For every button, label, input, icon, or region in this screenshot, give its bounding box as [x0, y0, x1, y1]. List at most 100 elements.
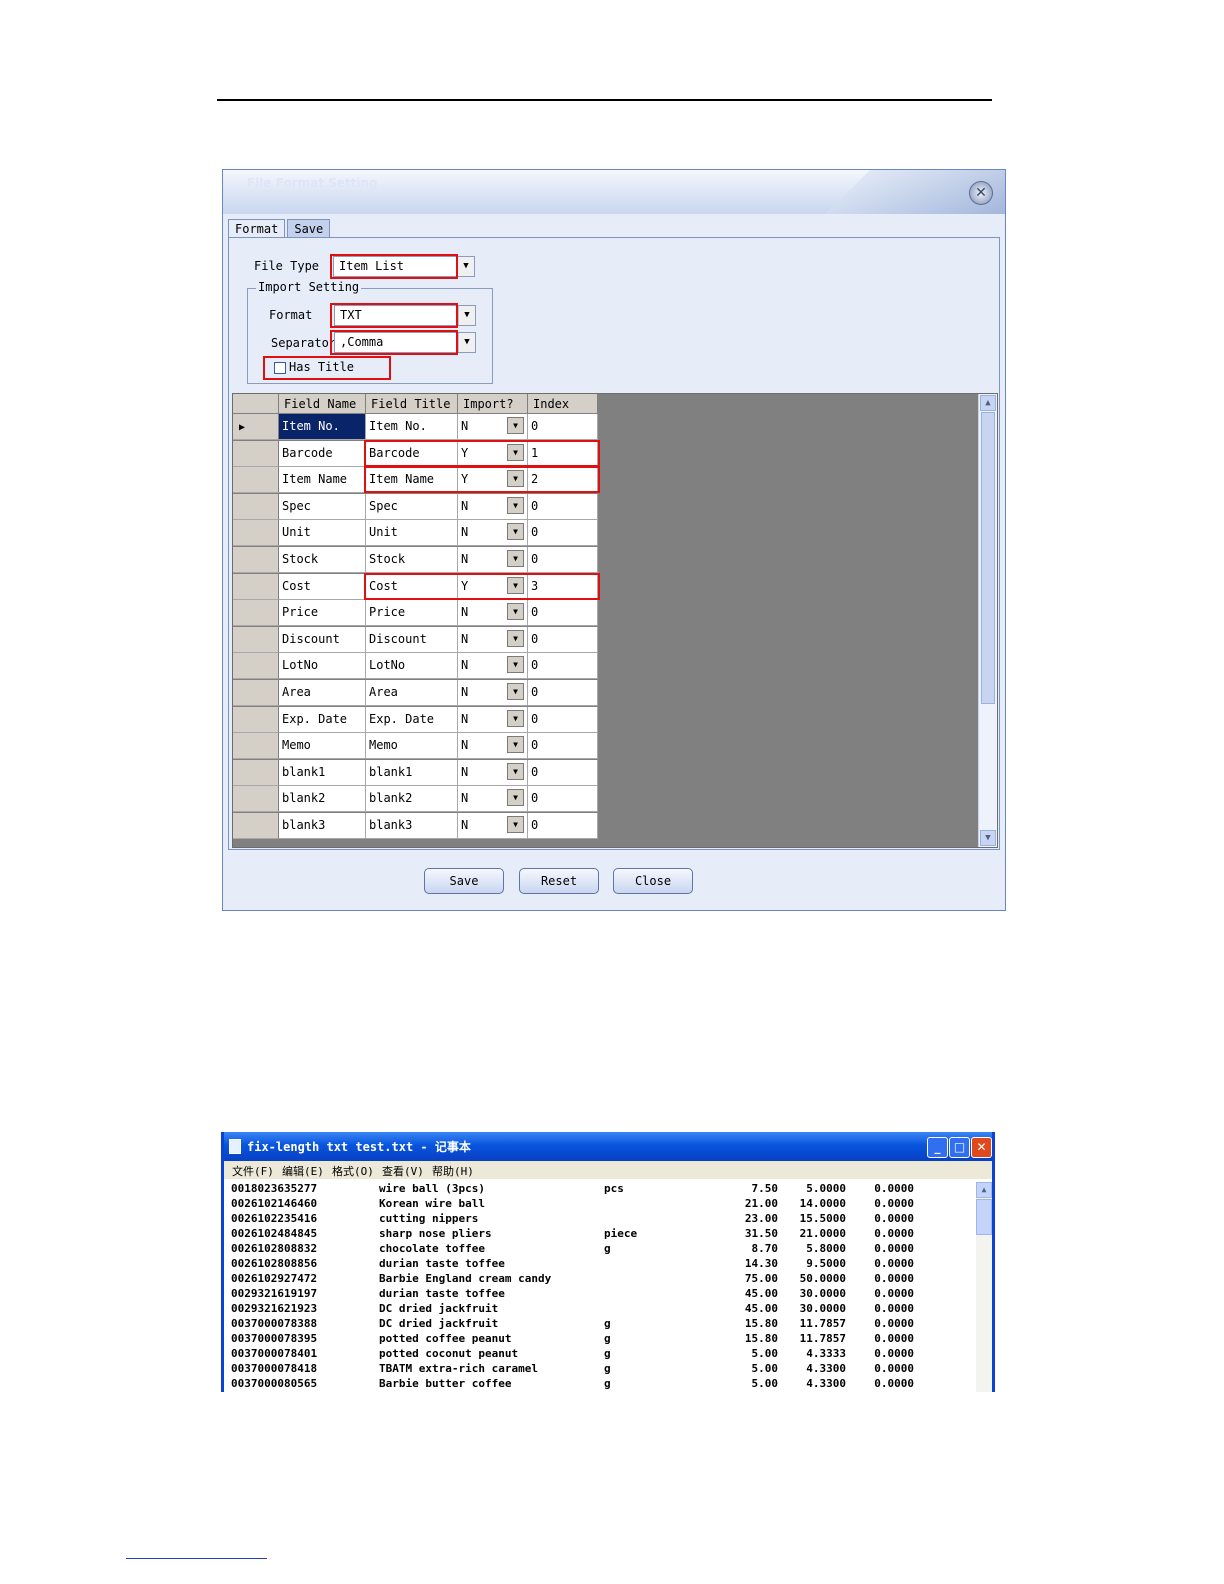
index-cell[interactable]: 0	[528, 653, 598, 680]
field-name-cell[interactable]: LotNo	[279, 653, 366, 680]
field-title-cell[interactable]: LotNo	[366, 653, 458, 680]
chevron-down-icon[interactable]: ▼	[507, 736, 524, 754]
index-cell[interactable]: 1	[528, 440, 598, 467]
field-name-cell[interactable]: Barcode	[279, 440, 366, 467]
menu-file[interactable]: 文件(F)	[232, 1163, 274, 1179]
index-cell[interactable]: 0	[528, 493, 598, 520]
field-title-cell[interactable]: blank3	[366, 813, 458, 839]
tab-format[interactable]: Format	[228, 219, 286, 238]
field-name-cell[interactable]: Cost	[279, 573, 366, 600]
index-cell[interactable]: 0	[528, 680, 598, 706]
close-icon[interactable]: ✕	[971, 1137, 992, 1158]
field-title-cell[interactable]: Price	[366, 600, 458, 627]
col-header-field-name[interactable]: Field Name	[279, 394, 366, 414]
field-name-cell[interactable]: blank3	[279, 813, 366, 839]
chevron-down-icon[interactable]: ▼	[507, 683, 524, 700]
field-title-cell[interactable]: Area	[366, 680, 458, 706]
field-title-cell[interactable]: Item No.	[366, 414, 458, 440]
field-name-cell[interactable]: Spec	[279, 493, 366, 520]
field-title-cell[interactable]: Cost	[366, 573, 458, 600]
field-name-cell[interactable]: Unit	[279, 520, 366, 547]
col-header-import[interactable]: Import?	[458, 394, 528, 414]
field-name-cell[interactable]: Item Name	[279, 467, 366, 494]
notepad-scrollbar[interactable]: ▲	[976, 1182, 992, 1392]
scroll-thumb[interactable]	[976, 1199, 992, 1235]
chevron-down-icon[interactable]: ▼	[507, 470, 524, 488]
index-cell[interactable]: 0	[528, 414, 598, 440]
field-title-cell[interactable]: Unit	[366, 520, 458, 547]
field-name-cell[interactable]: Discount	[279, 626, 366, 653]
field-name-cell[interactable]: Item No.	[279, 414, 366, 440]
chevron-down-icon[interactable]: ▼	[507, 816, 524, 833]
discount-text: 0.0000	[874, 1302, 914, 1315]
index-cell[interactable]: 0	[528, 600, 598, 627]
chevron-down-icon[interactable]: ▼	[458, 306, 475, 325]
col-header-field-title[interactable]: Field Title	[366, 394, 458, 414]
scroll-up-icon[interactable]: ▲	[980, 395, 996, 411]
index-cell[interactable]: 0	[528, 786, 598, 813]
menu-view[interactable]: 查看(V)	[382, 1163, 424, 1179]
menu-format[interactable]: 格式(O)	[332, 1163, 374, 1179]
field-name-cell[interactable]: Area	[279, 680, 366, 706]
index-cell[interactable]: 0	[528, 706, 598, 733]
field-title-cell[interactable]: Discount	[366, 626, 458, 653]
price-text: 8.70	[751, 1242, 779, 1255]
chevron-down-icon[interactable]: ▼	[507, 443, 524, 461]
field-title-cell[interactable]: Spec	[366, 493, 458, 520]
chevron-down-icon[interactable]: ▼	[458, 333, 475, 352]
index-cell[interactable]: 2	[528, 467, 598, 494]
discount-text: 0.0000	[874, 1272, 914, 1285]
reset-button[interactable]: Reset	[519, 868, 599, 894]
has-title-checkbox[interactable]	[274, 362, 286, 374]
file-type-select[interactable]: Item List ▼	[333, 256, 475, 277]
menu-help[interactable]: 帮助(H)	[432, 1163, 474, 1179]
chevron-down-icon[interactable]: ▼	[507, 550, 524, 567]
index-cell[interactable]: 0	[528, 626, 598, 653]
format-select[interactable]: TXT ▼	[334, 305, 476, 326]
close-button[interactable]: Close	[613, 868, 693, 894]
chevron-down-icon[interactable]: ▼	[507, 709, 524, 727]
field-name-cell[interactable]: Memo	[279, 733, 366, 760]
field-title-cell[interactable]: Item Name	[366, 467, 458, 494]
chevron-down-icon[interactable]: ▼	[507, 762, 524, 780]
chevron-down-icon[interactable]: ▼	[507, 656, 524, 674]
field-title-cell[interactable]: Stock	[366, 547, 458, 573]
index-cell[interactable]: 0	[528, 547, 598, 573]
index-cell[interactable]: 0	[528, 813, 598, 839]
chevron-down-icon[interactable]: ▼	[507, 629, 524, 647]
scroll-down-icon[interactable]: ▼	[980, 830, 996, 846]
maximize-icon[interactable]: □	[949, 1137, 970, 1158]
chevron-down-icon[interactable]: ▼	[507, 523, 524, 541]
chevron-down-icon[interactable]: ▼	[507, 496, 524, 514]
close-icon[interactable]: ✕	[969, 181, 993, 205]
field-name-cell[interactable]: blank2	[279, 786, 366, 813]
menu-edit[interactable]: 编辑(E)	[282, 1163, 324, 1179]
item-name-text: Barbie England cream candy	[379, 1272, 552, 1285]
field-name-cell[interactable]: Price	[279, 600, 366, 627]
chevron-down-icon[interactable]: ▼	[507, 576, 524, 594]
save-button[interactable]: Save	[424, 868, 504, 894]
col-header-index[interactable]: Index	[528, 394, 598, 414]
field-title-cell[interactable]: Barcode	[366, 440, 458, 467]
separator-select[interactable]: ,Comma ▼	[334, 332, 476, 353]
scroll-up-icon[interactable]: ▲	[976, 1182, 992, 1198]
index-cell[interactable]: 0	[528, 520, 598, 547]
minimize-icon[interactable]: _	[927, 1137, 948, 1158]
chevron-down-icon[interactable]: ▼	[507, 789, 524, 807]
field-title-cell[interactable]: Exp. Date	[366, 706, 458, 733]
field-title-cell[interactable]: blank2	[366, 786, 458, 813]
grid-scrollbar[interactable]: ▲ ▼	[978, 394, 997, 847]
tab-save[interactable]: Save	[287, 219, 331, 238]
chevron-down-icon[interactable]: ▼	[507, 417, 524, 434]
chevron-down-icon[interactable]: ▼	[457, 257, 474, 276]
field-name-cell[interactable]: Stock	[279, 547, 366, 573]
field-name-cell[interactable]: blank1	[279, 759, 366, 786]
field-name-cell[interactable]: Exp. Date	[279, 706, 366, 733]
field-title-cell[interactable]: Memo	[366, 733, 458, 760]
index-cell[interactable]: 0	[528, 759, 598, 786]
chevron-down-icon[interactable]: ▼	[507, 603, 524, 621]
index-cell[interactable]: 0	[528, 733, 598, 760]
scroll-thumb[interactable]	[981, 412, 995, 704]
index-cell[interactable]: 3	[528, 573, 598, 600]
field-title-cell[interactable]: blank1	[366, 759, 458, 786]
